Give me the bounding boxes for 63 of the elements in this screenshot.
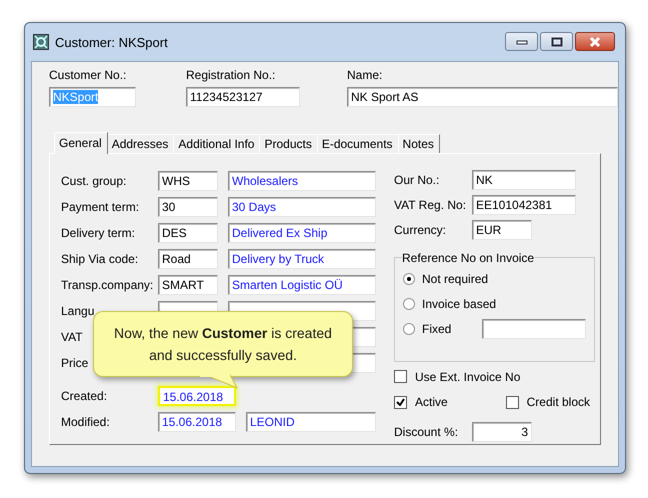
window-title: Customer: NKSport <box>55 34 169 50</box>
field-label: Registration No.: <box>186 68 276 82</box>
field-label: VAT <box>61 330 83 344</box>
input-field[interactable]: NK <box>472 170 576 190</box>
field-label: Modified: <box>61 415 110 429</box>
input-field[interactable]: 3 <box>472 422 532 442</box>
input-field[interactable]: 15.06.2018 <box>158 386 236 406</box>
checkbox-label: Use Ext. Invoice No <box>415 370 520 384</box>
checkbox[interactable] <box>394 396 407 409</box>
field-label: Discount %: <box>394 424 460 439</box>
option-label: Invoice based <box>422 297 496 312</box>
tab[interactable]: Products <box>259 134 318 153</box>
tab[interactable]: E-documents <box>316 134 399 153</box>
maximize-icon <box>550 36 562 46</box>
input-field[interactable]: 11234523127 <box>186 87 300 107</box>
input-field[interactable]: Delivered Ex Ship <box>228 223 376 243</box>
field-label: Ship Via code: <box>61 252 138 266</box>
field-label: Payment term: <box>61 200 140 214</box>
input-field[interactable]: Wholesalers <box>228 171 376 191</box>
tab[interactable]: Notes <box>398 134 440 153</box>
close-button[interactable] <box>575 32 615 51</box>
app-icon <box>33 34 49 50</box>
input-field[interactable]: WHS <box>158 171 218 191</box>
group-title: Reference No on Invoice <box>402 250 534 265</box>
input-field[interactable]: LEONID <box>246 412 376 432</box>
checkbox-label: Active <box>415 395 448 410</box>
radio-button[interactable] <box>403 298 415 310</box>
field-label: Created: <box>61 389 108 403</box>
input-field[interactable]: EUR <box>472 220 532 240</box>
input-field[interactable]: EE101042381 <box>472 195 576 216</box>
field-label: Currency: <box>394 223 448 238</box>
minimize-icon <box>516 38 528 44</box>
input-field[interactable]: Smarten Logistic OÜ <box>228 275 376 295</box>
minimize-button[interactable] <box>505 32 538 51</box>
field-label: Langu <box>61 304 94 318</box>
field-label: VAT Reg. No: <box>394 198 468 212</box>
field-label: Price <box>61 356 88 370</box>
input-field[interactable]: SMART <box>158 275 218 295</box>
radio-button[interactable] <box>403 273 415 286</box>
field-label: Customer No.: <box>49 68 128 82</box>
checkbox[interactable] <box>506 396 519 409</box>
input-field[interactable]: Delivery by Truck <box>228 249 376 269</box>
input-field[interactable]: 30 Days <box>228 197 376 217</box>
field-label: Our No.: <box>394 173 440 188</box>
maximize-button[interactable] <box>540 32 573 51</box>
field-label: Name: <box>347 68 384 82</box>
checkbox[interactable] <box>394 370 407 384</box>
checkbox-label: Credit block <box>526 395 590 410</box>
input-field[interactable]: NK Sport AS <box>347 87 618 107</box>
input-field[interactable]: 15.06.2018 <box>158 412 236 432</box>
tab[interactable]: General <box>54 132 108 154</box>
input-field[interactable]: DES <box>158 223 218 243</box>
option-label: Fixed <box>422 322 452 336</box>
field-label: Transp.company: <box>61 278 154 292</box>
radio-button[interactable] <box>403 323 415 336</box>
input-field[interactable] <box>482 319 586 340</box>
tab[interactable]: Additional Info <box>173 134 260 153</box>
option-label: Not required <box>422 272 488 286</box>
input-field[interactable]: 30 <box>158 197 218 217</box>
field-label: Delivery term: <box>61 226 136 240</box>
field-label: Cust. group: <box>61 174 126 188</box>
input-field[interactable]: Road <box>158 249 218 269</box>
close-icon <box>588 36 602 48</box>
